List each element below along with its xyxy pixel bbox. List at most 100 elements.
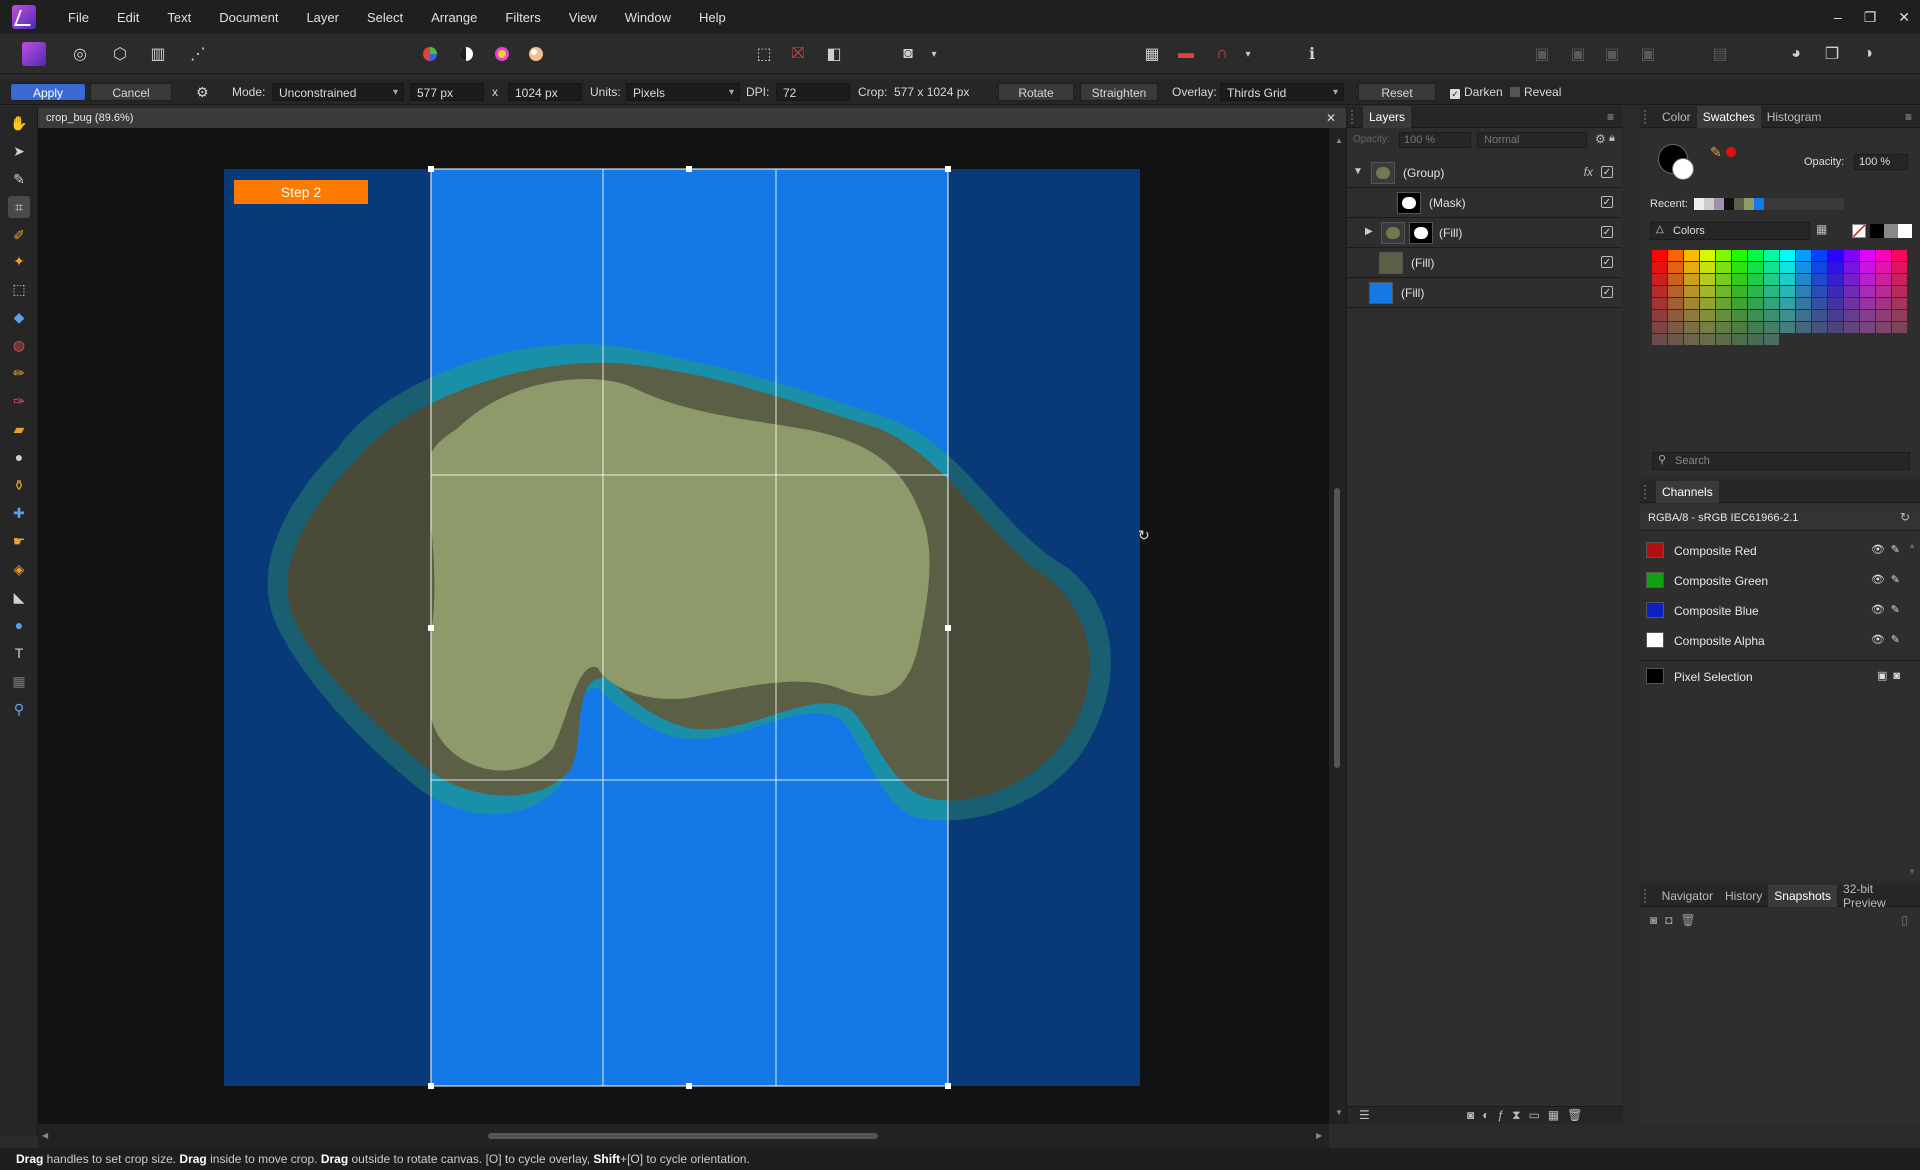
swatch[interactable]	[1748, 334, 1763, 345]
layer-opacity-field[interactable]: 100 %	[1399, 132, 1471, 148]
swatch[interactable]	[1764, 298, 1779, 309]
snapshot-new-icon[interactable]: ▯	[1901, 913, 1908, 927]
photo-persona-icon[interactable]	[22, 42, 46, 66]
straighten-button[interactable]: Straighten	[1080, 83, 1158, 101]
menu-layer[interactable]: Layer	[292, 10, 353, 25]
swatch[interactable]	[1812, 250, 1827, 261]
auto-contrast-icon[interactable]	[454, 42, 478, 66]
channel-eye-edit-icons[interactable]: 👁︎✎	[1871, 633, 1906, 646]
marquee-select-icon[interactable]: ⬚	[752, 42, 776, 66]
swatch[interactable]	[1732, 334, 1747, 345]
help-info-icon[interactable]: ℹ	[1300, 42, 1324, 66]
swatch[interactable]	[1748, 262, 1763, 273]
assistant-icon[interactable]: ◕	[1784, 42, 1808, 66]
handle-bottom[interactable]	[686, 1083, 692, 1089]
swatch[interactable]	[1700, 298, 1715, 309]
swatch[interactable]	[1860, 274, 1875, 285]
handle-bottom-left[interactable]	[428, 1083, 434, 1089]
swatch[interactable]	[1668, 286, 1683, 297]
swatch[interactable]	[1780, 250, 1795, 261]
fx-icon[interactable]: fx	[1584, 165, 1593, 179]
swatch[interactable]	[1652, 322, 1667, 333]
move-tool-icon[interactable]: ➤	[8, 140, 30, 162]
swatch-opacity-field[interactable]: 100 %	[1854, 154, 1908, 170]
invert-selection-icon[interactable]: ◧	[822, 42, 846, 66]
swatch[interactable]	[1796, 322, 1811, 333]
vertical-scroll-thumb[interactable]	[1334, 488, 1340, 768]
black-swatch[interactable]	[1870, 224, 1884, 238]
recent-swatch[interactable]	[1714, 198, 1724, 210]
arrange-forward-icon[interactable]: ▣	[1600, 42, 1624, 66]
tab-32bit-preview[interactable]: 32-bit Preview	[1837, 882, 1920, 910]
restore-icon[interactable]: ❐	[1864, 9, 1877, 26]
swatch[interactable]	[1876, 250, 1891, 261]
snapshot-actions-icons[interactable]: ◙◘🗑︎	[1650, 913, 1704, 927]
overlay-dropdown[interactable]: Thirds Grid	[1220, 83, 1344, 102]
dpi-field[interactable]: 72	[776, 83, 850, 101]
swatch[interactable]	[1876, 274, 1891, 285]
auto-white-balance-icon[interactable]	[524, 42, 548, 66]
scroll-up-icon[interactable]: ▲	[1335, 136, 1343, 145]
width-field[interactable]: 577 px	[410, 83, 484, 101]
layer-row-mask[interactable]: (Mask) ✓	[1347, 188, 1621, 218]
recent-swatch[interactable]	[1744, 198, 1754, 210]
layer-row-group[interactable]: ▼ (Group) fx ✓	[1347, 158, 1621, 188]
swatch[interactable]	[1828, 250, 1843, 261]
swatch[interactable]	[1684, 334, 1699, 345]
swatch[interactable]	[1844, 274, 1859, 285]
swatch[interactable]	[1652, 262, 1667, 273]
swatch-search-input[interactable]: Search	[1652, 452, 1910, 470]
app-logo-icon[interactable]	[12, 5, 36, 29]
swatch[interactable]	[1668, 298, 1683, 309]
swatch[interactable]	[1716, 298, 1731, 309]
swatch[interactable]	[1780, 310, 1795, 321]
swatch[interactable]	[1684, 322, 1699, 333]
layer-row-fill-3[interactable]: (Fill) ✓	[1347, 278, 1621, 308]
arrange-back-icon[interactable]: ▣	[1530, 42, 1554, 66]
grey-swatch[interactable]	[1884, 224, 1898, 238]
channel-row-alpha[interactable]: Composite Alpha 👁︎✎	[1640, 625, 1920, 655]
selection-action-icons[interactable]: ▣◙	[1877, 669, 1906, 682]
swatch[interactable]	[1700, 334, 1715, 345]
swatch[interactable]	[1652, 334, 1667, 345]
recent-swatch[interactable]	[1694, 198, 1704, 210]
swatch[interactable]	[1796, 310, 1811, 321]
swatch[interactable]	[1796, 274, 1811, 285]
palette-dropdown[interactable]: Colors	[1650, 222, 1810, 240]
swatch[interactable]	[1860, 250, 1875, 261]
layer-visibility-checkbox[interactable]: ✓	[1601, 196, 1613, 208]
smudge-tool-icon[interactable]: ☛	[8, 530, 30, 552]
swatch[interactable]	[1828, 262, 1843, 273]
secondary-color-well[interactable]	[1672, 158, 1694, 180]
horizontal-scrollbar[interactable]: ◀ ▶	[38, 1124, 1329, 1148]
swatch[interactable]	[1812, 310, 1827, 321]
channel-eye-edit-icons[interactable]: 👁︎✎	[1871, 603, 1906, 616]
swatch[interactable]	[1716, 310, 1731, 321]
channel-row-red[interactable]: Composite Red 👁︎✎	[1640, 535, 1920, 565]
auto-colors-icon[interactable]	[490, 42, 514, 66]
swatch[interactable]	[1780, 274, 1795, 285]
cancel-button[interactable]: Cancel	[90, 83, 172, 101]
close-window-icon[interactable]: ✕	[1898, 9, 1910, 26]
swatch[interactable]	[1796, 298, 1811, 309]
channel-row-blue[interactable]: Composite Blue 👁︎✎	[1640, 595, 1920, 625]
menu-document[interactable]: Document	[205, 10, 292, 25]
canvas-svg[interactable]: ↻	[38, 128, 1329, 1124]
quick-mask-icon[interactable]: ◙	[896, 42, 920, 66]
swatch[interactable]	[1748, 298, 1763, 309]
scroll-down-icon[interactable]: ▼	[1335, 1108, 1343, 1117]
preferences-icon[interactable]: ◑	[1856, 42, 1880, 66]
swatch[interactable]	[1828, 298, 1843, 309]
swatch[interactable]	[1700, 250, 1715, 261]
swatch[interactable]	[1812, 298, 1827, 309]
tab-layers[interactable]: Layers	[1363, 105, 1412, 128]
units-dropdown[interactable]: Pixels	[626, 83, 740, 102]
swatch[interactable]	[1748, 250, 1763, 261]
swatch[interactable]	[1652, 250, 1667, 261]
swatch[interactable]	[1764, 310, 1779, 321]
handle-left[interactable]	[428, 625, 434, 631]
recent-swatch[interactable]	[1704, 198, 1714, 210]
swatch[interactable]	[1668, 310, 1683, 321]
swatch[interactable]	[1860, 298, 1875, 309]
recent-swatch[interactable]	[1724, 198, 1734, 210]
